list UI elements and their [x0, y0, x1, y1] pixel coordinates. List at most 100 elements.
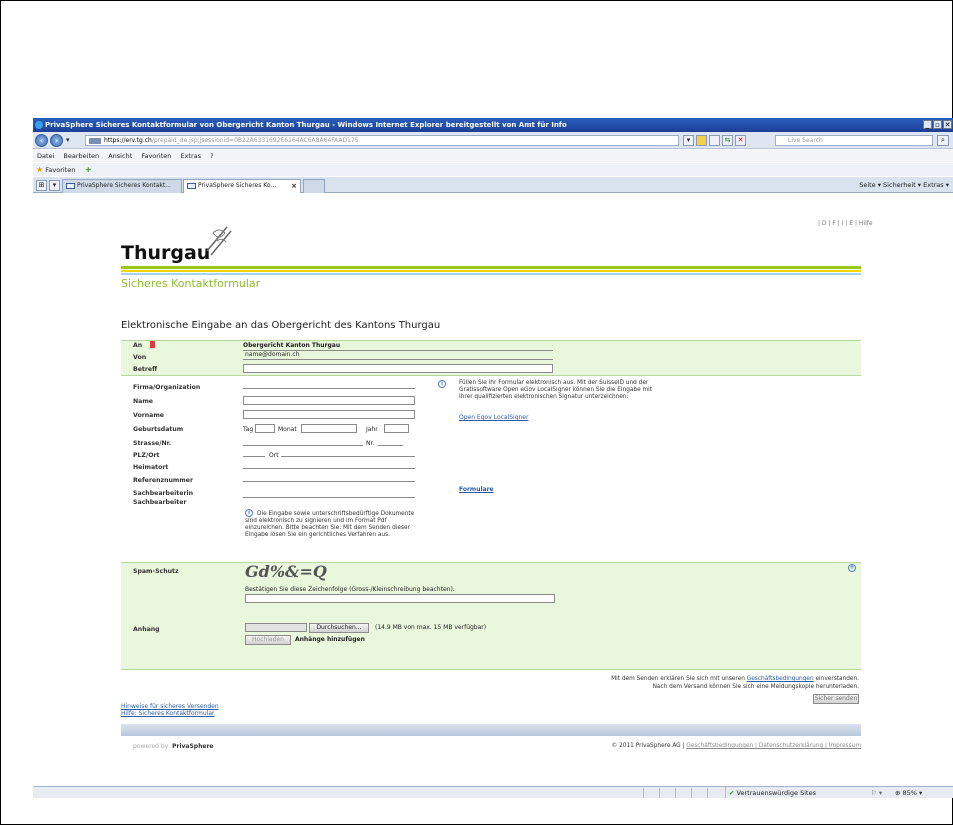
back-button[interactable]: ‹	[35, 134, 48, 147]
tab-page-icon	[187, 183, 196, 189]
status-cell	[707, 788, 723, 798]
field-label: PLZ/Ort	[133, 452, 160, 459]
captcha-input[interactable]	[245, 594, 555, 603]
vorname-input[interactable]	[243, 410, 415, 419]
menu-extras[interactable]: Extras	[181, 152, 202, 160]
jahr-input[interactable]	[384, 424, 409, 433]
minimize-button[interactable]: _	[923, 120, 932, 129]
search-icon[interactable]: ⌕	[937, 135, 949, 146]
copyright: © 2011 PrivaSphere AG |	[611, 743, 685, 749]
add-favorite-icon[interactable]: ✚	[85, 166, 90, 174]
field-label: Sachbearbeiterin	[133, 490, 194, 497]
formulare-link[interactable]: Formulare	[459, 486, 494, 493]
web-page: Thurgau | D | F | I | E | Hilfe Sicheres…	[33, 194, 953, 786]
address-input[interactable]: https://erv.tg.ch/prepaid_de.jsp;jsessio…	[85, 135, 679, 146]
menu-ansicht[interactable]: Ansicht	[108, 152, 132, 160]
referenz-input[interactable]	[243, 473, 415, 482]
spam-attachment-box	[121, 562, 861, 670]
footer-links: © 2011 PrivaSphere AG | Geschäftsbedingu…	[573, 743, 861, 749]
upload-button[interactable]: Hochladen	[245, 635, 291, 645]
privasphere-logo[interactable]: PrivaSphere	[172, 743, 213, 750]
jahr-label: Jahr	[366, 426, 378, 433]
address-toolbar: ‹ › ▾ https://erv.tg.ch/prepaid_de.jsp;j…	[33, 132, 953, 149]
footer-bar	[121, 724, 861, 736]
stop-icon[interactable]: ✕	[735, 135, 746, 146]
blue-stripe	[121, 273, 861, 275]
menu-help[interactable]: ?	[210, 152, 213, 160]
field-label: Strasse/Nr.	[133, 440, 172, 447]
restore-button[interactable]: ▫	[933, 120, 942, 129]
ort-input[interactable]	[281, 448, 415, 457]
sachbearbeiter-input[interactable]	[243, 489, 415, 498]
favorites-label[interactable]: Favoriten	[45, 166, 75, 174]
search-input[interactable]: Live Search	[775, 135, 933, 146]
tag-input[interactable]	[255, 424, 275, 433]
favorites-star-icon[interactable]: ★	[36, 165, 43, 174]
field-label: Referenznummer	[133, 477, 194, 484]
tab-1[interactable]: PrivaSphere Sicheres Kontakt...	[62, 179, 182, 193]
menu-bearbeiten[interactable]: Bearbeiten	[63, 152, 99, 160]
info-icon[interactable]: +	[848, 564, 856, 572]
url-path: /prepaid_de.jsp;jsessionid=0B22A6331692E…	[151, 137, 359, 144]
send-button[interactable]: Sicher senden	[813, 694, 859, 704]
field-label: Vorname	[133, 412, 164, 419]
chevron-down-icon[interactable]: ▾	[66, 136, 70, 144]
terms-link[interactable]: Geschäftsbedingungen	[747, 676, 814, 682]
close-tab-icon[interactable]: ×	[291, 180, 297, 192]
close-button[interactable]: ✕	[943, 120, 952, 129]
status-cell	[691, 788, 707, 798]
tag-label: Tag	[243, 426, 254, 433]
nr-label: Nr.	[366, 440, 375, 447]
betreff-input[interactable]	[243, 364, 553, 373]
tab-bar: ⊞ ▾ PrivaSphere Sicheres Kontakt... Priv…	[33, 177, 953, 193]
name-input[interactable]	[243, 396, 415, 405]
menu-datei[interactable]: Datei	[37, 152, 54, 160]
plz-input[interactable]	[243, 448, 265, 457]
nr-input[interactable]	[378, 437, 403, 446]
monat-input[interactable]	[301, 424, 357, 433]
forward-button[interactable]: ›	[50, 134, 63, 147]
menu-favoriten[interactable]: Favoriten	[141, 152, 171, 160]
protected-mode-icon[interactable]: ⚐ ▾	[871, 787, 882, 798]
browser-window: PrivaSphere Sicheres Kontaktformular von…	[33, 118, 953, 798]
heimatort-input[interactable]	[243, 460, 415, 469]
new-tab-button[interactable]	[303, 179, 325, 193]
attachment-limit: (14.9 MB von max. 15 MB verfügbar)	[375, 624, 487, 631]
localsigner-link[interactable]: Open Egov LocalSigner	[459, 414, 528, 421]
command-bar[interactable]: Seite ▾ Sicherheit ▾ Extras ▾	[859, 179, 949, 191]
lock-icon[interactable]	[696, 135, 707, 146]
help-link[interactable]: Hilfe: Sicheres Kontaktformular	[121, 710, 214, 717]
betreff-label: Betreff	[133, 366, 158, 373]
form-title: Elektronische Eingabe an das Obergericht…	[121, 320, 441, 331]
field-label: Geburtsdatum	[133, 426, 184, 433]
menu-bar: Datei Bearbeiten Ansicht Favoriten Extra…	[33, 150, 953, 162]
spam-label: Spam-Schutz	[133, 568, 179, 575]
language-links[interactable]: | D | F | I | E | Hilfe	[818, 220, 873, 227]
secure-sending-link[interactable]: Hinweise für sicheres Versenden	[121, 703, 219, 710]
legal-hint: Die Eingabe sowie unterschriftsbedürftig…	[245, 511, 415, 538]
signature-info: Füllen Sie ihr Formular elektronisch aus…	[459, 380, 653, 400]
compat-icon[interactable]	[709, 135, 720, 146]
dropdown-icon[interactable]: ▾	[683, 135, 694, 146]
refresh-icon[interactable]: ⇆	[722, 135, 733, 146]
ort-label: Ort	[269, 452, 279, 459]
status-cell	[675, 788, 691, 798]
flag-icon	[150, 341, 155, 348]
von-field[interactable]	[243, 352, 553, 360]
file-path-input[interactable]	[245, 623, 307, 632]
page-subtitle: Sicheres Kontaktformular	[121, 277, 261, 290]
url-host: erv.tg.ch	[125, 137, 152, 144]
zoom-control[interactable]: ⊕ 85% ▾	[895, 787, 922, 798]
status-bar: ✔ Vertrauenswürdige Sites ⚐ ▾ ⊕ 85% ▾	[33, 786, 953, 798]
firma-input[interactable]	[243, 380, 415, 389]
browse-button[interactable]: Durchsuchen...	[309, 623, 369, 633]
tab-2[interactable]: PrivaSphere Sicheres Ko... ×	[183, 179, 301, 193]
terms-line: Mit dem Senden erklären Sie sich mit uns…	[473, 676, 859, 682]
terms-text: Mit dem Senden erklären Sie sich mit uns…	[611, 676, 745, 682]
quick-tabs-icon[interactable]: ⊞	[36, 180, 47, 191]
tab-list-icon[interactable]: ▾	[49, 180, 60, 191]
footer-link-list[interactable]: Geschäftsbedingungen | Datenschutzerklär…	[686, 743, 861, 749]
tab-label: PrivaSphere Sicheres Ko...	[198, 182, 277, 189]
strasse-input[interactable]	[243, 437, 363, 446]
security-zone[interactable]: ✔ Vertrauenswürdige Sites	[725, 787, 816, 798]
